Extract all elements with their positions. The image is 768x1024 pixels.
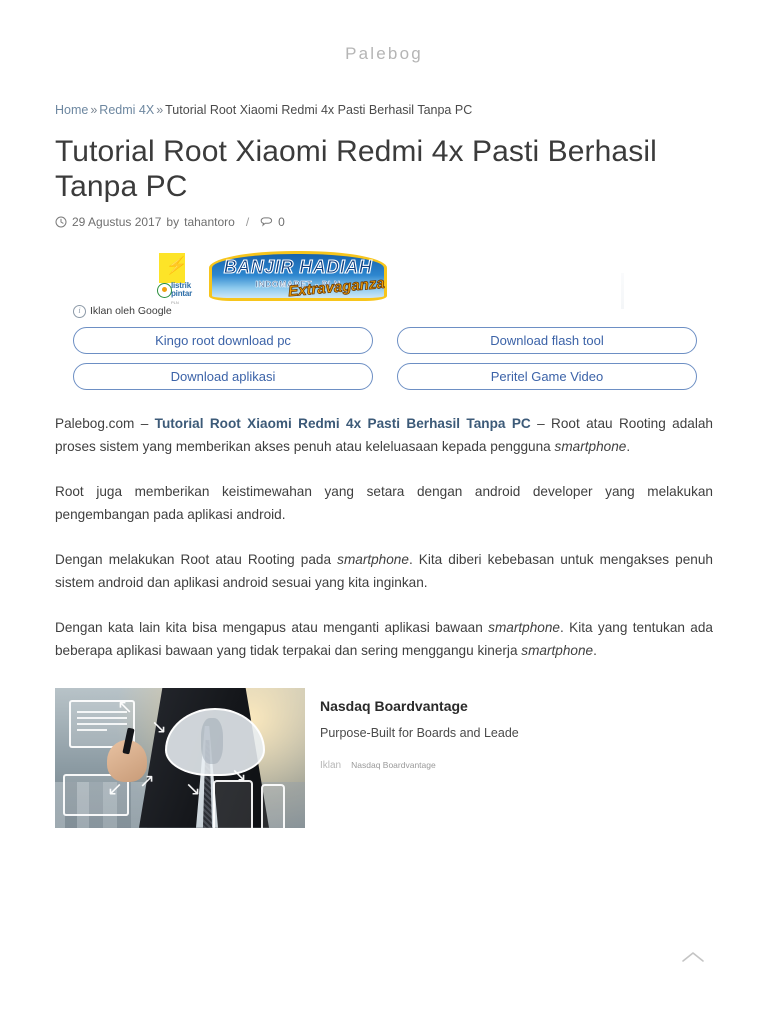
p4-post: .: [593, 642, 597, 658]
chevron-up-icon: [680, 949, 706, 965]
banjir-hadiah-banner-image[interactable]: BANJIR HADIAH INDOMARET - PLN Extravagan…: [209, 250, 387, 301]
p3-pre: Dengan melakukan Root atau Rooting pada: [55, 551, 338, 567]
page-title: Tutorial Root Xiaomi Redmi 4x Pasti Berh…: [55, 134, 657, 203]
comment-count[interactable]: 0: [278, 215, 285, 229]
p4-emphasis-1: smartphone: [488, 619, 560, 635]
bottom-ad-footer: Iklan Nasdaq Boardvantage: [320, 760, 519, 771]
paragraph-3: Dengan melakukan Root atau Rooting pada …: [55, 548, 713, 594]
breadcrumb: Home» Redmi 4X» Tutorial Root Xiaomi Redmi…: [55, 102, 713, 120]
post-by-label: by: [166, 214, 180, 229]
bottom-ad-advertiser: Nasdaq Boardvantage: [351, 759, 436, 770]
bottom-ad-block[interactable]: ↖ ↘ ↙ ↗ ↘ ↘ Nasdaq Boardvantage Purpose-…: [55, 687, 713, 828]
ad-link-download-aplikasi[interactable]: Download aplikasi: [73, 362, 373, 390]
ad-attribution: i Iklan oleh Google: [73, 304, 713, 318]
ad-banner-row[interactable]: ⚡ listrik pintar PLN BANJIR HADIAH INDOM…: [55, 250, 713, 309]
p1-article-link[interactable]: Tutorial Root Xiaomi Redmi 4x Pasti Berh…: [155, 416, 531, 431]
content-column: Home» Redmi 4X» Tutorial Root Xiaomi Redmi…: [55, 64, 713, 828]
post-author[interactable]: tahantoro: [184, 215, 235, 229]
ad-links-grid: Kingo root download pc Download flash to…: [73, 326, 697, 390]
ad-link-peritel-game-video[interactable]: Peritel Game Video: [397, 362, 697, 390]
paragraph-1: Palebog.com – Tutorial Root Xiaomi Redmi…: [55, 412, 713, 458]
breadcrumb-separator-1: »: [90, 103, 98, 117]
meta-divider: /: [245, 214, 250, 229]
paragraph-2: Root juga memberikan keistimewahan yang …: [55, 483, 713, 522]
top-ad-block: ⚡ listrik pintar PLN BANJIR HADIAH INDOM…: [55, 250, 713, 390]
bottom-ad-subline: Purpose-Built for Boards and Leade: [320, 725, 519, 740]
clock-icon: [55, 216, 67, 228]
post-meta: 29 Agustus 2017 by tahantoro / 0: [55, 215, 713, 229]
p1-prefix: Palebog.com –: [55, 415, 155, 431]
post-date: 29 Agustus 2017: [72, 214, 162, 229]
ad-logo-sub: PLN: [171, 299, 179, 305]
breadcrumb-category-link[interactable]: Redmi 4X: [99, 103, 154, 117]
listrik-pintar-logo-icon: ⚡ listrik pintar PLN: [155, 252, 201, 305]
site-header: Palebog: [0, 0, 768, 64]
ad-link-download-flash-tool[interactable]: Download flash tool: [397, 326, 697, 354]
comment-bubble-icon: [260, 216, 273, 228]
bottom-ad-copy: Nasdaq Boardvantage Purpose-Built for Bo…: [320, 688, 519, 771]
ad-artifact: [621, 272, 624, 309]
page-root: Palebog Home» Redmi 4X» Tutorial Root Xiao…: [0, 0, 768, 1024]
p1-emphasis: smartphone: [554, 438, 627, 454]
bottom-ad-headline[interactable]: Nasdaq Boardvantage: [320, 698, 519, 714]
ad-attribution-label: Iklan oleh Google: [90, 305, 172, 318]
p4-pre: Dengan kata lain kita bisa mengapus atau…: [55, 619, 489, 635]
site-title[interactable]: Palebog: [0, 44, 768, 64]
article-body: Palebog.com – Tutorial Root Xiaomi Redmi…: [55, 412, 713, 662]
bottom-ad-image[interactable]: ↖ ↘ ↙ ↗ ↘ ↘: [55, 687, 305, 828]
banner-line-1: BANJIR HADIAH: [223, 256, 373, 277]
p1-suffix: .: [626, 438, 631, 454]
scroll-to-top-button[interactable]: [680, 949, 706, 969]
ad-link-kingo-root[interactable]: Kingo root download pc: [73, 326, 373, 354]
p3-emphasis: smartphone: [337, 551, 409, 567]
breadcrumb-separator-2: »: [156, 103, 164, 117]
breadcrumb-home-link[interactable]: Home: [55, 103, 88, 117]
info-circle-icon[interactable]: i: [73, 304, 86, 318]
ad-logo-brand-line2: pintar: [171, 289, 193, 299]
bottom-ad-tag: Iklan: [320, 759, 342, 771]
paragraph-4: Dengan kata lain kita bisa mengapus atau…: [55, 616, 713, 662]
breadcrumb-current: Tutorial Root Xiaomi Redmi 4x Pasti Berh…: [165, 103, 473, 117]
p4-emphasis-2: smartphone: [521, 642, 594, 658]
